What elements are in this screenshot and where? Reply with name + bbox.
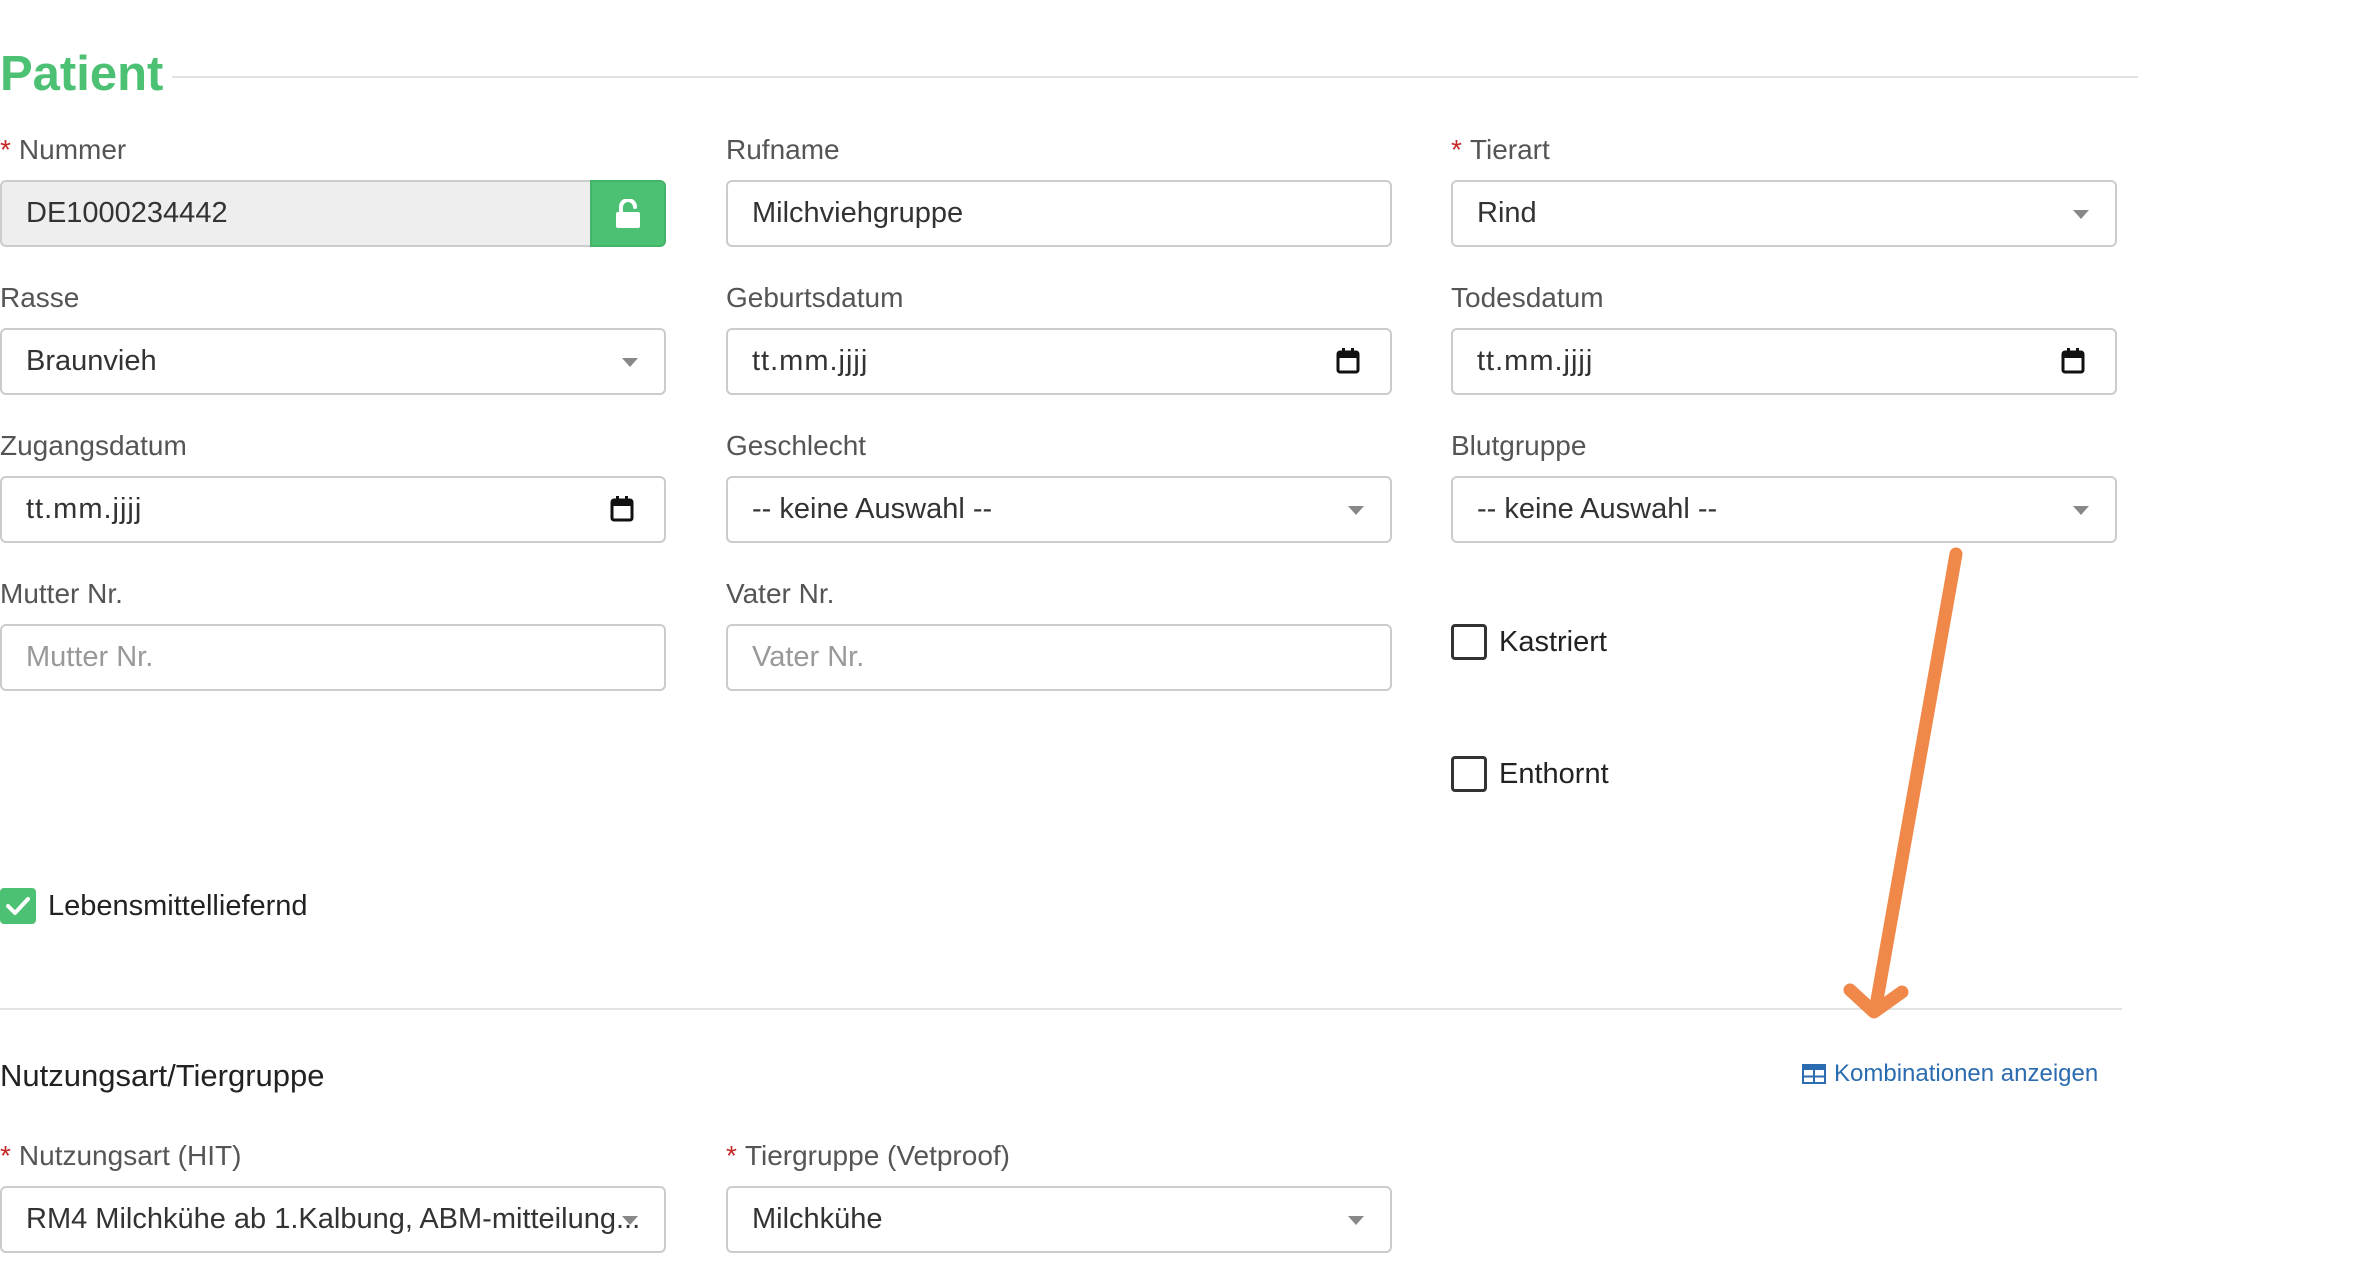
show-combinations-link[interactable]: Kombinationen anzeigen bbox=[1802, 1060, 2098, 1088]
vater-nr-input[interactable]: Vater Nr. bbox=[726, 624, 1392, 691]
section-divider bbox=[0, 1008, 2122, 1010]
table-icon bbox=[1802, 1064, 1826, 1084]
geburtsdatum-label: Geburtsdatum bbox=[726, 282, 904, 313]
section-title: Patient bbox=[0, 47, 164, 101]
field-zugangsdatum: Zugangsdatum tt.mm.jjjj bbox=[0, 430, 666, 543]
field-mutter-nr: Mutter Nr. Mutter Nr. bbox=[0, 578, 666, 691]
enthornt-checkbox-row[interactable]: Enthornt bbox=[1451, 756, 1609, 792]
blutgruppe-select[interactable]: -- keine Auswahl -- bbox=[1451, 476, 2117, 543]
field-todesdatum: Todesdatum tt.mm.jjjj bbox=[1451, 282, 2117, 395]
required-marker: * bbox=[0, 1140, 11, 1171]
nutzungsart-select[interactable]: RM4 Milchkühe ab 1.Kalbung, ABM-mitteilu… bbox=[0, 1186, 666, 1253]
calendar-icon[interactable] bbox=[2061, 348, 2085, 374]
rufname-input[interactable]: Milchviehgruppe bbox=[726, 180, 1392, 247]
field-rufname: Rufname Milchviehgruppe bbox=[726, 134, 1392, 247]
section-rule bbox=[172, 76, 2138, 78]
unlock-icon bbox=[616, 198, 640, 228]
field-vater-nr: Vater Nr. Vater Nr. bbox=[726, 578, 1392, 691]
field-rasse: Rasse Braunvieh bbox=[0, 282, 666, 395]
chevron-down-icon bbox=[2073, 506, 2089, 515]
field-tiergruppe: * Tiergruppe (Vetproof) Milchkühe bbox=[726, 1140, 1392, 1253]
rasse-label: Rasse bbox=[0, 282, 80, 313]
required-marker: * bbox=[1451, 134, 1462, 165]
vater-nr-label: Vater Nr. bbox=[726, 578, 835, 609]
enthornt-label: Enthornt bbox=[1499, 757, 1609, 790]
zugangsdatum-input[interactable]: tt.mm.jjjj bbox=[0, 476, 666, 543]
todesdatum-input[interactable]: tt.mm.jjjj bbox=[1451, 328, 2117, 395]
tiergruppe-select[interactable]: Milchkühe bbox=[726, 1186, 1392, 1253]
rasse-select[interactable]: Braunvieh bbox=[0, 328, 666, 395]
mutter-nr-input[interactable]: Mutter Nr. bbox=[0, 624, 666, 691]
field-blutgruppe: Blutgruppe -- keine Auswahl -- bbox=[1451, 430, 2117, 543]
chevron-down-icon bbox=[622, 358, 638, 367]
kastriert-checkbox[interactable] bbox=[1451, 624, 1487, 660]
field-nutzungsart: * Nutzungsart (HIT) RM4 Milchkühe ab 1.Ka… bbox=[0, 1140, 666, 1253]
rufname-label: Rufname bbox=[726, 134, 840, 165]
geburtsdatum-input[interactable]: tt.mm.jjjj bbox=[726, 328, 1392, 395]
chevron-down-icon bbox=[1348, 506, 1364, 515]
required-marker: * bbox=[0, 134, 11, 165]
tierart-label: * Tierart bbox=[1451, 134, 1550, 165]
field-geburtsdatum: Geburtsdatum tt.mm.jjjj bbox=[726, 282, 1392, 395]
lebensmittelliefernd-checkbox[interactable] bbox=[0, 888, 36, 924]
patient-form-page: Patient * Nummer DE1000234442 Rufname Mil… bbox=[0, 0, 2354, 1278]
tierart-select[interactable]: Rind bbox=[1451, 180, 2117, 247]
show-combinations-label: Kombinationen anzeigen bbox=[1834, 1060, 2099, 1087]
calendar-icon[interactable] bbox=[610, 496, 634, 522]
tiergruppe-label: * Tiergruppe (Vetproof) bbox=[726, 1140, 1011, 1171]
lebensmittelliefernd-checkbox-row[interactable]: Lebensmittelliefernd bbox=[0, 888, 308, 924]
geschlecht-label: Geschlecht bbox=[726, 430, 867, 461]
nutzungsart-label: * Nutzungsart (HIT) bbox=[0, 1140, 242, 1171]
todesdatum-label: Todesdatum bbox=[1451, 282, 1604, 313]
field-tierart: * Tierart Rind bbox=[1451, 134, 2117, 247]
geschlecht-select[interactable]: -- keine Auswahl -- bbox=[726, 476, 1392, 543]
kastriert-label: Kastriert bbox=[1499, 625, 1607, 658]
enthornt-checkbox[interactable] bbox=[1451, 756, 1487, 792]
kastriert-checkbox-row[interactable]: Kastriert bbox=[1451, 624, 1607, 660]
blutgruppe-label: Blutgruppe bbox=[1451, 430, 1587, 461]
nummer-input[interactable]: DE1000234442 bbox=[0, 180, 592, 247]
nummer-label: * Nummer bbox=[0, 134, 127, 165]
unlock-button[interactable] bbox=[590, 180, 666, 247]
chevron-down-icon bbox=[622, 1216, 638, 1225]
field-nummer: * Nummer DE1000234442 bbox=[0, 134, 666, 247]
required-marker: * bbox=[726, 1140, 737, 1171]
chevron-down-icon bbox=[2073, 210, 2089, 219]
zugangsdatum-label: Zugangsdatum bbox=[0, 430, 187, 461]
chevron-down-icon bbox=[1348, 1216, 1364, 1225]
lebensmittelliefernd-label: Lebensmittelliefernd bbox=[48, 889, 308, 922]
calendar-icon[interactable] bbox=[1336, 348, 1360, 374]
mutter-nr-label: Mutter Nr. bbox=[0, 578, 123, 609]
check-icon bbox=[6, 897, 30, 915]
usage-section-title: Nutzungsart/Tiergruppe bbox=[0, 1058, 325, 1093]
field-geschlecht: Geschlecht -- keine Auswahl -- bbox=[726, 430, 1392, 543]
